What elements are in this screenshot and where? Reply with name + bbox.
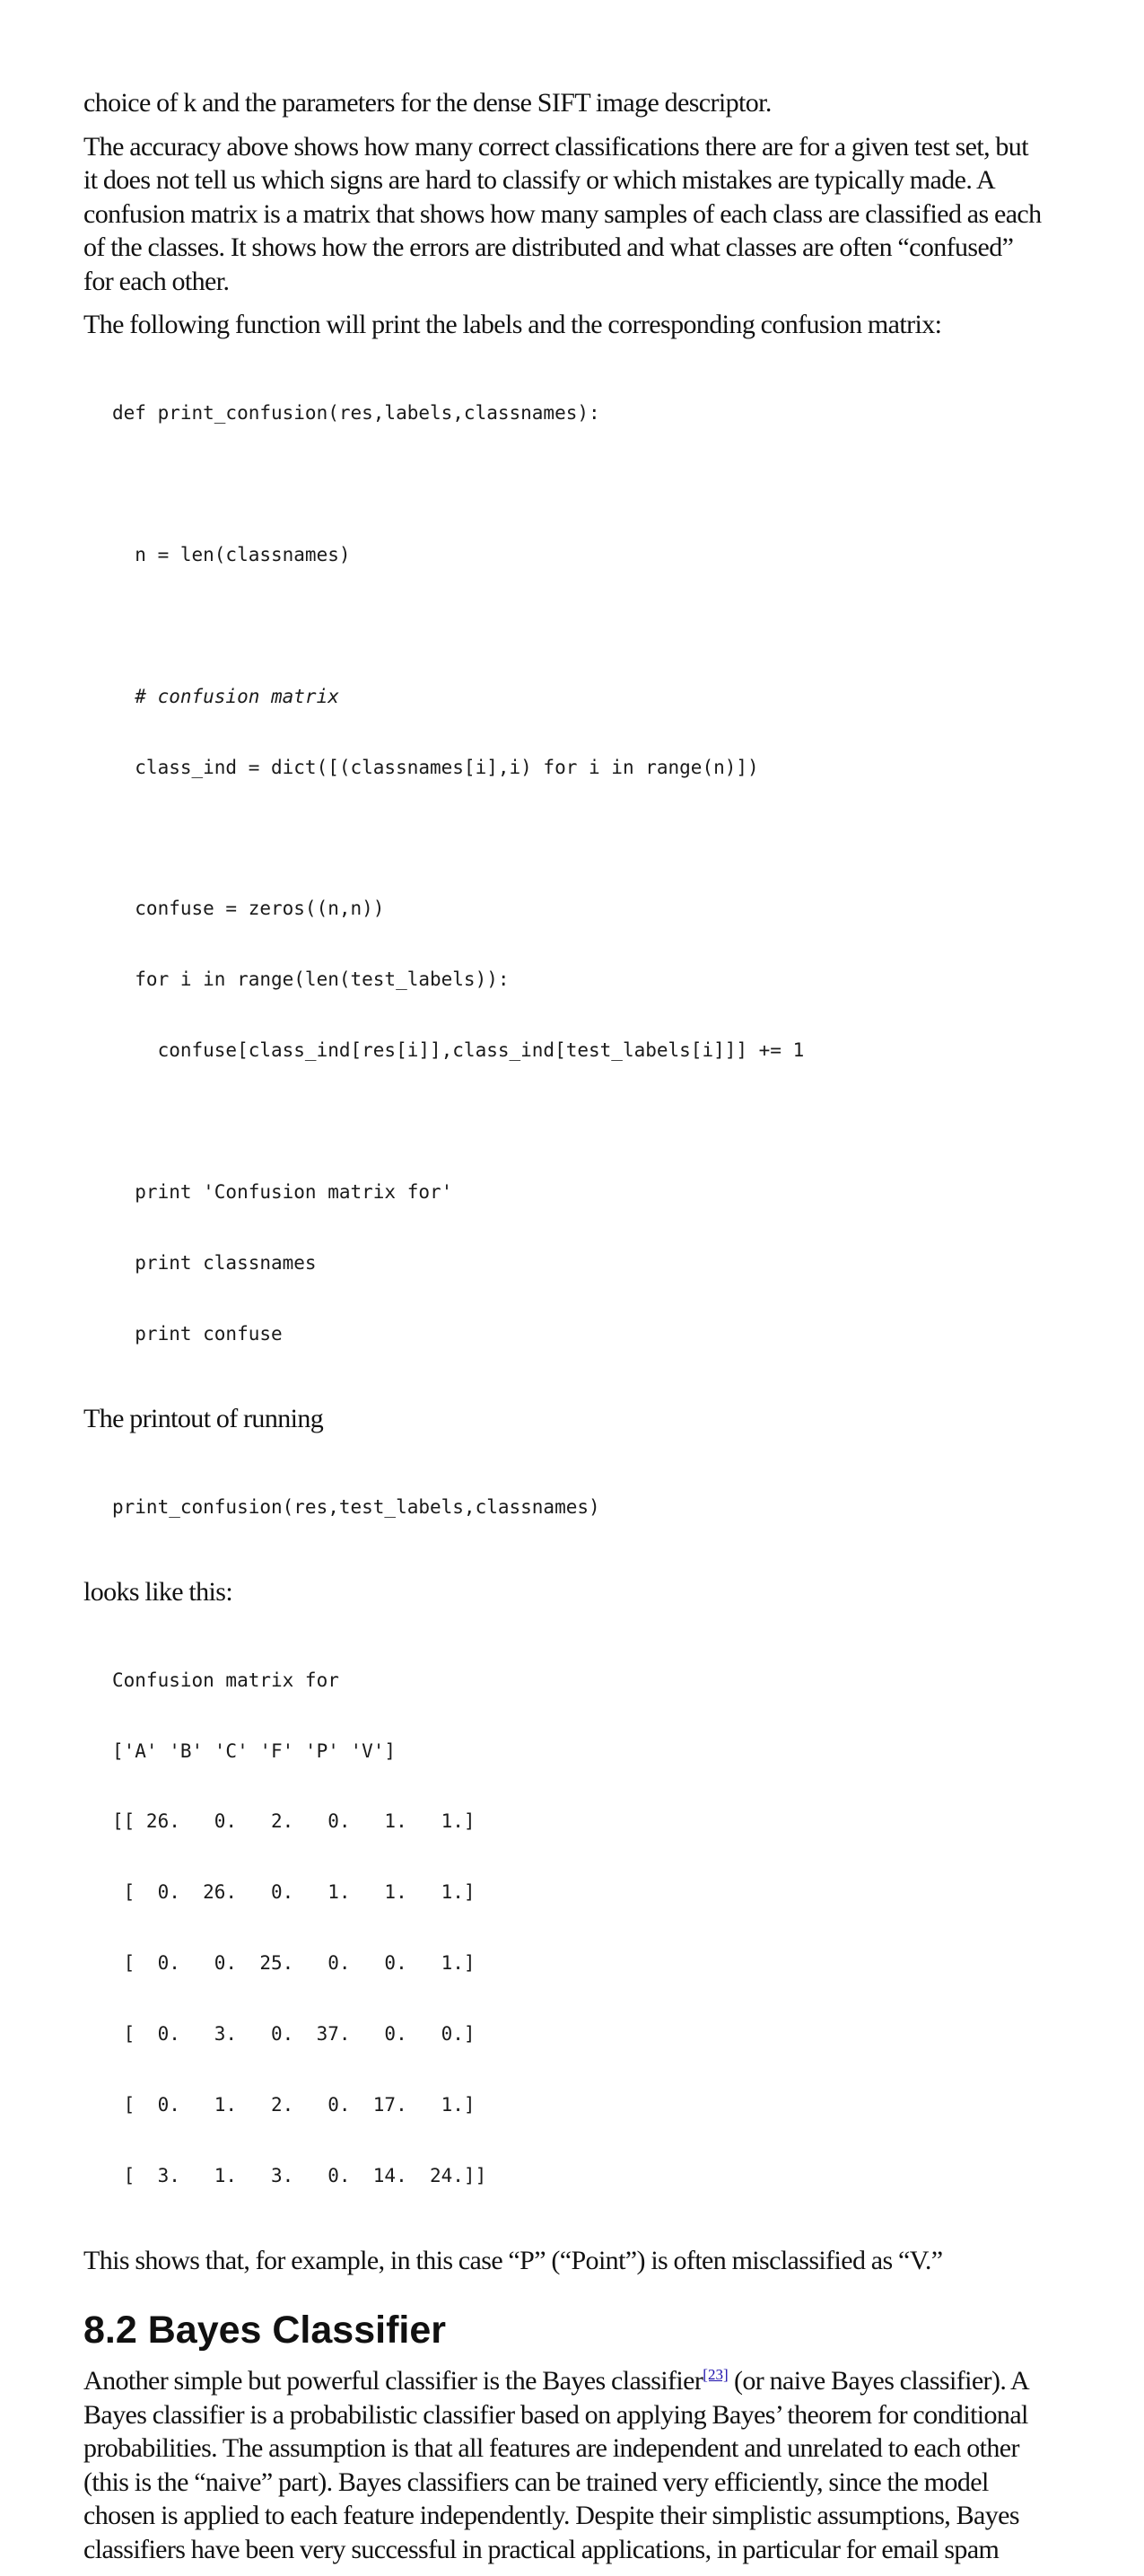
text-line: (this is the “naive” part). Bayes classi… [83,2466,989,2497]
printout-intro-paragraph: The printout of running [83,1402,1061,1436]
code-line: confuse = zeros((n,n)) [112,898,385,920]
text-line: Bayes classifier is a probabilistic clas… [83,2399,1028,2430]
looks-like-paragraph: looks like this: [83,1575,1061,1609]
conclusion-paragraph: This shows that, for example, in this ca… [83,2244,1061,2278]
confusion-matrix-paragraph: The accuracy above shows how many correc… [83,130,1061,299]
code-comment: # confusion matrix [112,685,339,707]
output-line: ['A' 'B' 'C' 'F' 'P' 'V'] [112,1739,397,1762]
code-line: print confuse [112,1322,283,1345]
text-line: for each other. [83,266,230,296]
text-fragment: Another simple but powerful classifier i… [83,2366,703,2396]
text-line: probabilities. The assumption is that al… [83,2433,1019,2464]
text-line: Another simple but powerful classifier i… [83,2364,1061,2398]
text-fragment: (or naive Bayes classifier). A [728,2366,1030,2396]
code-line: class_ind = dict([(classnames[i],i) for … [112,756,759,778]
text-line: The following function will print the la… [83,310,942,339]
text-line: This shows that, for example, in this ca… [83,2245,943,2275]
footnote-link[interactable]: [23] [703,2366,728,2383]
text-line: choice of k and the parameters for the d… [83,88,772,118]
text-line: confusion matrix is a matrix that shows … [83,198,1042,229]
output-line: Confusion matrix for [112,1669,339,1691]
text-line: looks like this: [83,1576,233,1607]
section-heading: 8.2 Bayes Classifier [83,2309,446,2353]
bayes-paragraph: Another simple but powerful classifier i… [83,2364,1061,2566]
code-line: def print_confusion(res,labels,classname… [112,402,600,425]
code-line: for i in range(len(test_labels)): [112,968,510,991]
text-line: chosen is applied to each feature indepe… [83,2501,1020,2531]
code-line: confuse[class_ind[res[i]],class_ind[test… [112,1039,805,1062]
matrix-row: [ 3. 1. 3. 0. 14. 24.]] [112,2164,487,2186]
matrix-row: [ 0. 1. 2. 0. 17. 1.] [112,2093,476,2116]
matrix-row: [[ 26. 0. 2. 0. 1. 1.] [112,1810,476,1833]
text-line: The printout of running [83,1403,324,1433]
code-block-function: def print_confusion(res,labels,classname… [112,355,1061,1393]
text-line: The accuracy above shows how many correc… [83,131,1029,162]
code-line: print 'Confusion matrix for' [112,1180,453,1203]
function-intro-paragraph: The following function will print the la… [83,308,1061,342]
code-block-output: Confusion matrix for ['A' 'B' 'C' 'F' 'P… [112,1621,1061,2235]
matrix-row: [ 0. 0. 25. 0. 0. 1.] [112,1952,476,1975]
text-line: classifiers have been very successful in… [83,2534,1000,2564]
document-page: choice of k and the parameters for the d… [83,86,1061,2576]
text-line: of the classes. It shows how the errors … [83,232,1014,262]
intro-paragraph: choice of k and the parameters for the d… [83,86,1061,120]
code-line: print_confusion(res,test_labels,classnam… [112,1495,600,1518]
code-block-call: print_confusion(res,test_labels,classnam… [112,1448,1061,1565]
matrix-row: [ 0. 26. 0. 1. 1. 1.] [112,1881,476,1904]
code-line: n = len(classnames) [112,543,351,565]
matrix-row: [ 0. 3. 0. 37. 0. 0.] [112,2023,476,2046]
code-line: print classnames [112,1251,317,1274]
text-line: it does not tell us which signs are hard… [83,165,996,195]
